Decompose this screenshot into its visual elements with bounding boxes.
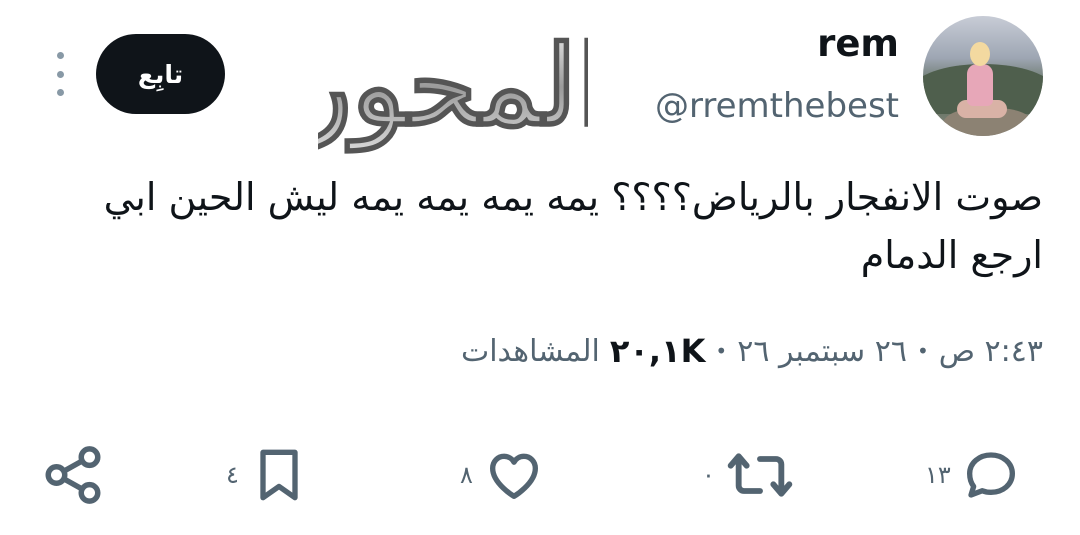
retweet-icon [727,453,793,497]
views-count: ٢٠,١K [609,332,706,370]
reply-button[interactable]: ١٣ [925,440,1023,510]
tweet-meta: ٢:٤٣ ص • ٢٦ سبتمبر ٢٦ • ٢٠,١K المشاهدات [461,332,1043,370]
user-name[interactable]: rem [817,22,899,65]
share-button[interactable] [40,440,106,510]
like-button[interactable]: ٨ [460,440,547,510]
share-icon [45,446,101,504]
retweet-count: ٠ [702,461,715,489]
reply-icon [966,452,1015,498]
bookmark-count: ٤ [226,461,239,489]
user-handle[interactable]: @rremthebest [655,86,899,126]
bookmark-icon [260,449,298,501]
separator-dot: • [715,339,728,363]
tweet-date[interactable]: ٢٦ سبتمبر ٢٦ [737,334,907,369]
logo-text: المحور [318,21,588,153]
channel-logo: المحور [318,20,588,154]
like-icon [489,453,538,499]
bookmark-button[interactable]: ٤ [226,440,311,510]
avatar[interactable] [923,16,1043,136]
avatar-person-head [970,42,990,66]
separator-dot: • [916,339,929,363]
retweet-button[interactable]: ٠ [702,440,797,510]
views-label: المشاهدات [460,333,600,369]
avatar-person-body [967,64,993,106]
tweet-text: صوت الانفجار بالرياض؟؟؟؟ يمه يمه يمه يمه… [103,175,1043,277]
tweet-time[interactable]: ٢:٤٣ ص [939,334,1043,369]
follow-button[interactable]: تابِع [96,34,225,114]
more-icon[interactable] [48,52,72,96]
like-count: ٨ [460,461,473,489]
reply-count: ١٣ [925,461,951,489]
